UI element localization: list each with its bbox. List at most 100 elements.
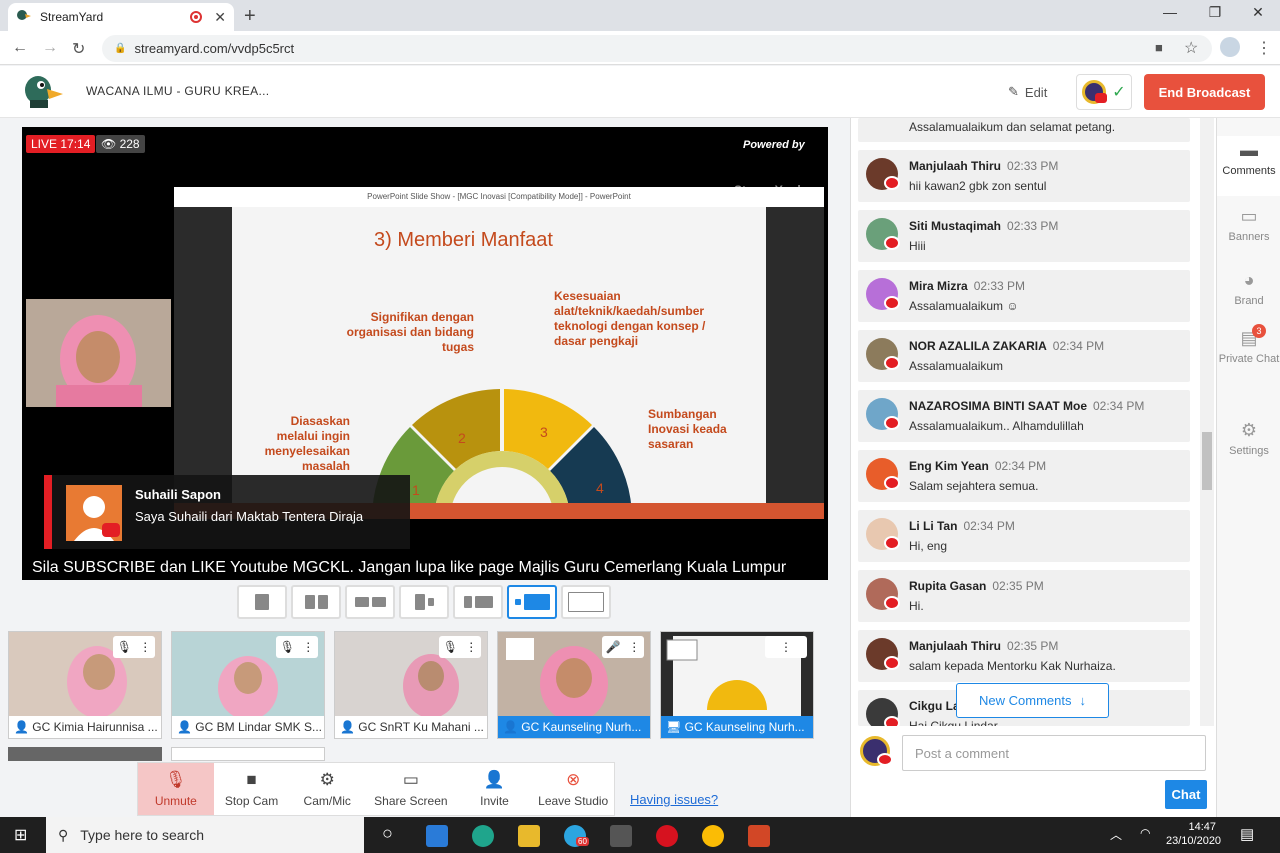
comment-author: Manjulaah Thiru 02:33 PM (909, 159, 1059, 173)
scrollbar-thumb[interactable] (1202, 432, 1212, 490)
wifi-icon[interactable]: ◠ (1140, 826, 1150, 840)
mail-icon[interactable] (426, 825, 448, 847)
participant-tile[interactable]: 🎙 ⋮ 👤 GC Kimia Hairunnisa ... (8, 631, 162, 739)
comment-item[interactable]: Mira Mizra 02:33 PM Assalamualaikum ☺ (858, 270, 1190, 322)
maximize-icon[interactable]: ❐ (1195, 4, 1235, 21)
comments-scrollbar[interactable] (1200, 118, 1214, 726)
cam-mic-button[interactable]: ⚙ Cam/Mic (289, 763, 365, 815)
participant-tile[interactable]: ⋮ 🖥 GC Kaunseling Nurh... (660, 631, 814, 739)
store-icon[interactable] (610, 825, 632, 847)
close-window-icon[interactable]: ✕ (1238, 4, 1278, 21)
taskbar-clock[interactable]: 14:47 23/10/2020 (1166, 820, 1221, 848)
tray-chevron-icon[interactable]: ︿ (1110, 826, 1122, 843)
youtube-icon (884, 236, 900, 250)
destination-button[interactable]: ✓ (1076, 74, 1132, 110)
layout-sidebar-button[interactable] (453, 585, 503, 619)
new-tab-button[interactable]: + (244, 5, 256, 28)
layout-solo-button[interactable] (237, 585, 287, 619)
more-options-icon[interactable]: ⋮ (302, 640, 314, 654)
layout-group-button[interactable] (291, 585, 341, 619)
layout-leader-button[interactable] (345, 585, 395, 619)
live-badge: LIVE 17:14 (26, 135, 96, 153)
close-tab-icon[interactable]: ✕ (214, 9, 226, 26)
comment-item[interactable]: Manjulaah Thiru 02:35 PM salam kepada Ment… (858, 630, 1190, 682)
comment-item[interactable]: NOR AZALILA ZAKARIA 02:34 PM Assalamualaik… (858, 330, 1190, 382)
edit-button[interactable]: ✎ Edit (1008, 84, 1047, 100)
youtube-icon (884, 596, 900, 610)
more-options-icon[interactable]: ⋮ (628, 640, 640, 654)
notification-icon[interactable]: ▤ (1240, 825, 1254, 843)
streamyard-logo[interactable] (22, 74, 64, 110)
comment-time: 02:35 PM (992, 579, 1044, 593)
participant-tile[interactable]: 🎙 ⋮ 👤 GC SnRT Ku Mahani ... (334, 631, 488, 739)
person-icon: 👤 (503, 720, 522, 734)
bookmark-star-icon[interactable]: ☆ (1184, 38, 1198, 58)
back-icon[interactable]: ← (12, 39, 28, 57)
reload-icon[interactable]: ↻ (72, 39, 85, 59)
file-explorer-icon[interactable] (518, 825, 540, 847)
comment-item[interactable]: NAZAROSIMA BINTI SAAT Moe 02:34 PM Assalam… (858, 390, 1190, 442)
comment-item[interactable]: Eng Kim Yean 02:34 PM Salam sejahtera semu… (858, 450, 1190, 502)
invite-button[interactable]: 👤 Invite (457, 763, 533, 815)
new-comments-button[interactable]: New Comments ↓ (956, 683, 1109, 718)
comment-item[interactable]: Li Li Tan 02:34 PM Hi, eng (858, 510, 1190, 562)
more-options-icon[interactable]: ⋮ (780, 640, 792, 654)
more-options-icon[interactable]: ⋮ (465, 640, 477, 654)
windows-start-icon[interactable]: ⊞ (14, 825, 27, 845)
mic-muted-icon[interactable]: 🎙 (280, 640, 295, 654)
edge-icon[interactable] (472, 825, 494, 847)
share-screen-button[interactable]: ▭ Share Screen (365, 763, 457, 815)
layout-screen-pip-button[interactable] (507, 585, 557, 619)
rail-brand-tab[interactable]: ◕ Brand (1217, 270, 1280, 307)
comment-item[interactable]: Rupita Gasan 02:35 PM Hi. (858, 570, 1190, 622)
browser-tab[interactable]: StreamYard ✕ (8, 3, 234, 31)
unmute-button[interactable]: 🎙 Unmute (138, 763, 214, 815)
stop-cam-button[interactable]: ■ Stop Cam (214, 763, 290, 815)
rail-comments-tab[interactable]: ▬ Comments (1217, 136, 1280, 196)
forward-icon[interactable]: → (42, 39, 58, 57)
profile-avatar[interactable] (1220, 37, 1240, 57)
person-icon: 👤 (177, 720, 196, 734)
youtube-icon (877, 753, 893, 766)
layout-thin-button[interactable] (399, 585, 449, 619)
lower-third-accent (44, 475, 52, 549)
rail-private-chat-tab[interactable]: ▤ Private Chat (1217, 328, 1280, 365)
participant-tile-partial[interactable] (171, 747, 325, 761)
mic-muted-icon[interactable]: 🎙 (443, 640, 458, 654)
opera-icon[interactable] (656, 825, 678, 847)
comment-item[interactable]: Manjulaah Thiru 02:33 PM hii kawan2 gbk zo… (858, 150, 1190, 202)
comment-text: Assalamualaikum ☺ (909, 299, 1019, 313)
comment-item[interactable]: Siti Mustaqimah 02:33 PM Hiii (858, 210, 1190, 262)
rail-banners-tab[interactable]: ▭ Banners (1217, 206, 1280, 243)
chat-send-button[interactable]: Chat (1165, 780, 1207, 809)
powerpoint-icon[interactable] (748, 825, 770, 847)
comment-item[interactable]: Assalamualaikum dan selamat petang. (858, 118, 1190, 142)
participant-controls: 🎤 ⋮ (602, 636, 644, 658)
end-broadcast-button[interactable]: End Broadcast (1144, 74, 1265, 110)
minimize-icon[interactable]: — (1150, 4, 1190, 20)
layout-fullscreen-button[interactable] (561, 585, 611, 619)
slide-label-3: Kesesuaian alat/teknik/kaedah/sumber tek… (554, 289, 706, 348)
leave-studio-button[interactable]: ⊗ Leave Studio (532, 763, 614, 815)
participant-tile[interactable]: 🎙 ⋮ 👤 GC BM Lindar SMK S... (171, 631, 325, 739)
mic-muted-icon[interactable]: 🎙 (117, 640, 132, 654)
taskbar-search[interactable]: ⚲ Type here to search (46, 817, 364, 853)
rail-settings-tab[interactable]: ⚙ Settings (1217, 420, 1280, 457)
windows-taskbar: ⊞ ⚲ Type here to search ○ 60 ︿ ◠ 14:47 2… (0, 817, 1280, 853)
more-options-icon[interactable]: ⋮ (139, 640, 151, 654)
having-issues-link[interactable]: Having issues? (630, 792, 718, 807)
comment-input[interactable]: Post a comment (902, 735, 1206, 771)
task-view-icon[interactable]: ○ (382, 823, 393, 844)
add-person-icon: 👤 (483, 770, 506, 789)
streamyard-favicon-icon (17, 10, 31, 20)
camera-icon[interactable]: ■ (1155, 40, 1163, 55)
menu-icon[interactable]: ⋮ (1256, 38, 1272, 58)
participant-tile[interactable]: 🎤 ⋮ 👤 GC Kaunseling Nurh... (497, 631, 651, 739)
person-icon: 👤 (14, 720, 33, 734)
chrome-icon[interactable] (702, 825, 724, 847)
presenter-video (26, 299, 171, 407)
mic-icon[interactable]: 🎤 (606, 640, 621, 654)
url-field[interactable]: 🔒 streamyard.com/vvdp5c5rct (102, 35, 1212, 62)
broadcast-title[interactable]: WACANA ILMU - GURU KREA... (86, 84, 269, 98)
participant-tile-partial[interactable] (8, 747, 162, 761)
